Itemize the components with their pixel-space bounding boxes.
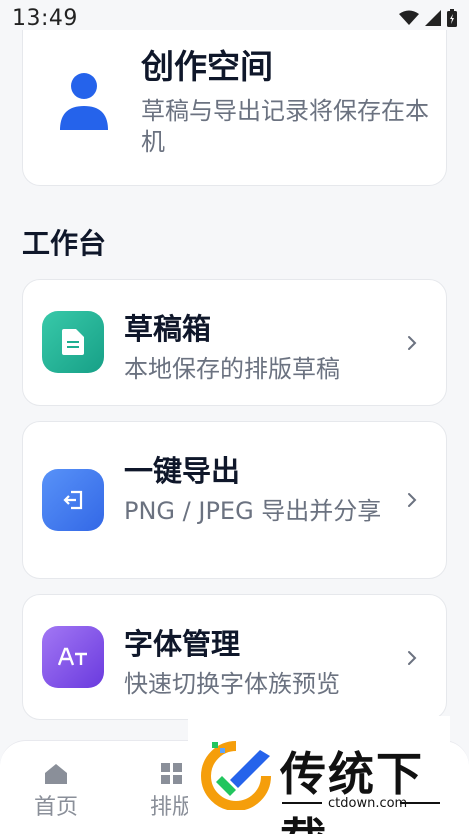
avatar-icon [60,73,108,130]
font-manager-title: 字体管理 [124,627,241,661]
watermark: 传统下载 ctdown.com [188,716,450,834]
chevron-right-icon [408,651,417,665]
chevron-right-icon [408,493,417,507]
document-icon [62,329,84,355]
export-icon-tile [42,469,104,531]
export-icon [63,490,83,510]
drafts-icon-tile [42,311,104,373]
watermark-logo-icon [201,741,271,810]
export-card[interactable]: 一键导出 PNG / JPEG 导出并分享 [22,421,447,579]
grid-icon [161,763,182,784]
profile-subtitle: 草稿与导出记录将保存在本机 [141,97,429,156]
nav-home[interactable]: 首页 [34,763,78,821]
nav-home-label: 首页 [34,795,79,820]
font-icon-tile [42,626,104,688]
home-icon [45,764,67,784]
export-desc: PNG / JPEG 导出并分享 [124,497,382,525]
drafts-desc: 本地保存的排版草稿 [124,355,340,383]
export-title: 一键导出 [124,454,241,488]
watermark-title: 传统下载 [280,747,424,834]
drafts-title: 草稿箱 [124,312,212,346]
font-manager-desc: 快速切换字体族预览 [124,670,340,698]
chevron-right-icon [408,336,417,350]
font-icon [58,647,87,666]
font-manager-card[interactable]: 字体管理 快速切换字体族预览 [22,594,447,720]
status-icons [399,9,457,27]
section-title: 工作台 [22,227,107,260]
watermark-line [282,802,322,804]
status-time: 13:49 [12,5,78,31]
wifi-icon [399,10,419,25]
battery-icon [447,9,457,27]
drafts-card[interactable]: 草稿箱 本地保存的排版草稿 [22,279,447,406]
signal-icon [425,10,441,26]
watermark-url: ctdown.com [328,796,408,811]
watermark-line [400,802,440,804]
profile-title: 创作空间 [141,47,273,86]
